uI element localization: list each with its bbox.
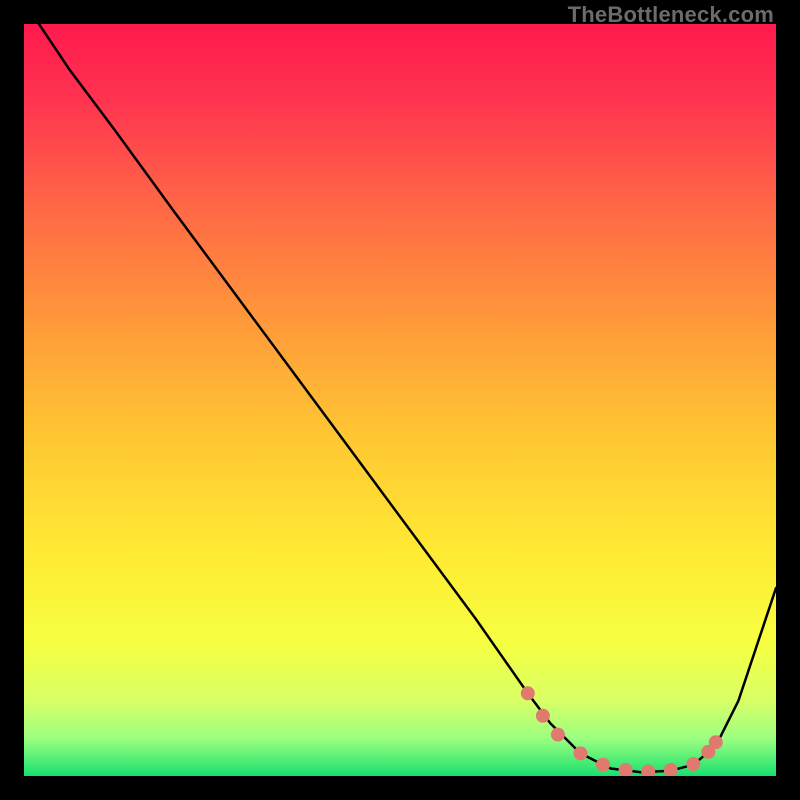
- gradient-background: [24, 24, 776, 776]
- marker-dot: [596, 758, 610, 772]
- marker-dot: [521, 686, 535, 700]
- chart-svg: [24, 24, 776, 776]
- marker-dot: [574, 746, 588, 760]
- marker-dot: [536, 709, 550, 723]
- marker-dot: [709, 735, 723, 749]
- watermark-text: TheBottleneck.com: [568, 2, 774, 28]
- marker-dot: [551, 728, 565, 742]
- marker-dot: [686, 757, 700, 771]
